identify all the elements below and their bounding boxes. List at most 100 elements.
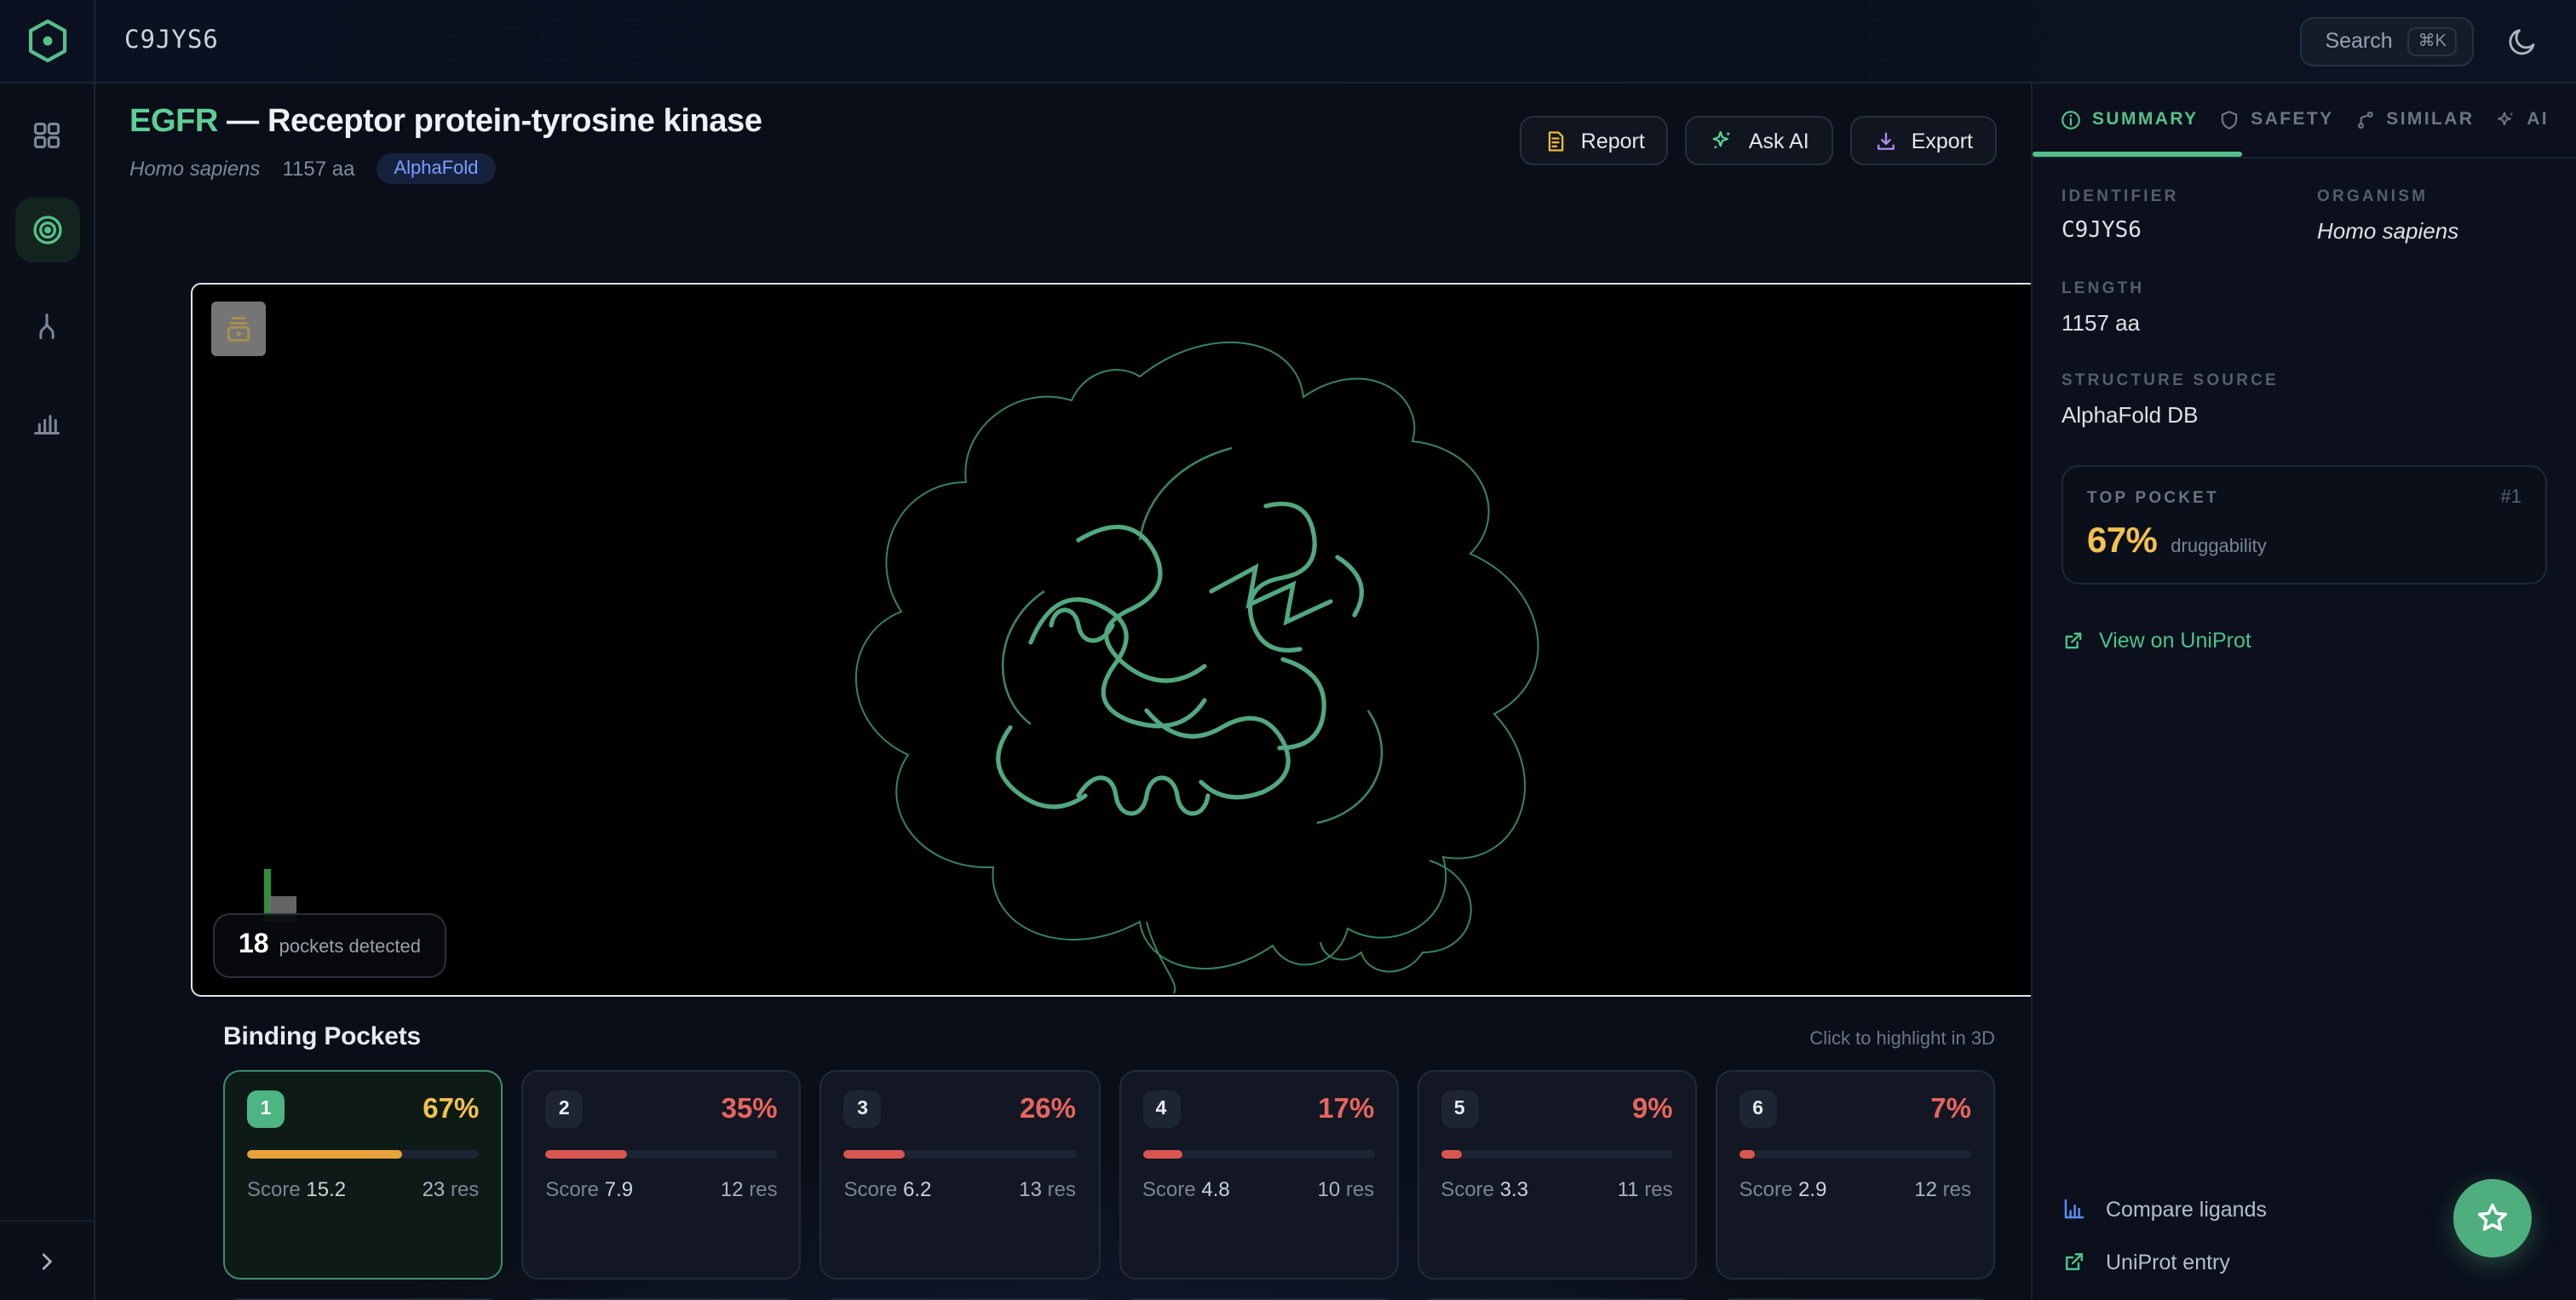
pocket-progress-track [545, 1150, 777, 1159]
pocket-residues: 12 res [721, 1177, 778, 1201]
moon-icon [2505, 25, 2538, 57]
search-button-label: Search [2325, 29, 2392, 53]
ai-sparkle-icon [2494, 108, 2516, 130]
export-button-label: Export [1912, 129, 1973, 152]
hexagon-logo-icon [26, 19, 67, 63]
pocket-residues: 10 res [1318, 1177, 1375, 1201]
report-button[interactable]: Report [1520, 116, 1669, 165]
binding-pockets-title: Binding Pockets [223, 1022, 421, 1051]
ask-ai-button[interactable]: Ask AI [1686, 116, 1833, 165]
pocket-card-5[interactable]: 5 9% Score 3.3 11 res [1417, 1070, 1696, 1280]
pocket-id-badge: 3 [844, 1090, 882, 1128]
sidebar-expand-button[interactable] [0, 1220, 94, 1300]
pocket-meta: Score 2.9 12 res [1739, 1177, 1971, 1201]
pocket-progress-fill [1739, 1150, 1756, 1159]
uniprot-entry-link[interactable]: UniProt entry [2061, 1249, 2267, 1274]
sidebar-item-targets[interactable] [14, 198, 79, 262]
page-title: EGFR — Receptor protein-tyrosine kinase [129, 104, 762, 141]
sidebar-item-dashboard[interactable] [14, 102, 79, 167]
pocket-score: Score 3.3 [1440, 1177, 1528, 1201]
report-file-icon [1544, 129, 1567, 152]
view-on-uniprot-label: View on UniProt [2099, 629, 2251, 653]
app-logo[interactable] [0, 0, 95, 82]
top-pocket-rank: #1 [2501, 487, 2522, 508]
field-organism: ORGANISM Homo sapiens [2317, 187, 2547, 244]
field-structure-source: STRUCTURE SOURCE AlphaFold DB [2061, 371, 2547, 428]
pocket-card-1[interactable]: 1 67% Score 15.2 23 res [223, 1070, 503, 1280]
length-value: 1157 aa [2061, 310, 2547, 336]
panel-tabs: SUMMARY SAFETY SIMILAR AI [2033, 82, 2576, 158]
pocket-meta: Score 4.8 10 res [1142, 1177, 1374, 1201]
sidebar-item-analytics[interactable] [14, 388, 79, 453]
pocket-card-4[interactable]: 4 17% Score 4.8 10 res [1118, 1070, 1398, 1280]
pocket-card-6[interactable]: 6 7% Score 2.9 12 res [1716, 1070, 1995, 1280]
pocket-card-top: 5 9% [1440, 1090, 1672, 1128]
protein-ribbon-render [193, 285, 2033, 995]
structure-source-label: STRUCTURE SOURCE [2061, 371, 2547, 390]
alphafold-badge: AlphaFold [377, 153, 495, 184]
protein-fields: IDENTIFIER C9JYS6 ORGANISM Homo sapiens … [2061, 187, 2547, 428]
tab-summary[interactable]: SUMMARY [2060, 82, 2199, 157]
pocket-residues: 23 res [423, 1177, 480, 1201]
ask-ai-button-label: Ask AI [1749, 129, 1809, 152]
pocket-score: Score 2.9 [1739, 1177, 1827, 1201]
viewer-animation-button[interactable] [211, 302, 266, 356]
pocket-residues: 13 res [1019, 1177, 1076, 1201]
sidebar [0, 82, 95, 1300]
gene-symbol: EGFR [129, 104, 218, 140]
pocket-progress-fill [545, 1150, 626, 1159]
binding-pockets-section: Binding Pockets Click to highlight in 3D… [223, 1022, 1995, 1300]
pocket-progress-fill [1142, 1150, 1182, 1159]
download-icon [1874, 129, 1898, 152]
panel-footer: Compare ligands UniProt entry [2033, 1196, 2296, 1274]
tab-summary-label: SUMMARY [2092, 109, 2199, 129]
summary-tab-content: IDENTIFIER C9JYS6 ORGANISM Homo sapiens … [2033, 158, 2576, 682]
theme-toggle-button[interactable] [2496, 15, 2547, 66]
tab-safety[interactable]: SAFETY [2218, 82, 2333, 157]
pocket-meta: Score 3.3 11 res [1440, 1177, 1672, 1201]
binding-pockets-hint: Click to highlight in 3D [1809, 1029, 1995, 1050]
pocket-card-2[interactable]: 2 35% Score 7.9 12 res [521, 1070, 801, 1280]
pocket-score: Score 6.2 [844, 1177, 932, 1201]
protein-name: Receptor protein-tyrosine kinase [267, 104, 762, 140]
sparkles-icon [1710, 128, 1735, 153]
sidebar-item-pathways[interactable] [14, 293, 79, 358]
search-button[interactable]: Search ⌘K [2299, 16, 2474, 66]
compare-ligands-link[interactable]: Compare ligands [2061, 1196, 2267, 1222]
report-button-label: Report [1581, 129, 1645, 152]
pocket-id-badge: 5 [1440, 1090, 1478, 1128]
molecule-3d-viewer[interactable]: 18 pockets detected [191, 283, 2033, 997]
export-button[interactable]: Export [1850, 116, 1997, 165]
pocket-score: Score 4.8 [1142, 1177, 1230, 1201]
tab-safety-label: SAFETY [2251, 109, 2333, 129]
protein-meta: Homo sapiens 1157 aa AlphaFold [129, 153, 762, 184]
top-pocket-value-row: 67% druggability [2087, 521, 2521, 562]
pocket-progress-track [247, 1150, 479, 1159]
pocket-druggability-pct: 7% [1930, 1093, 1971, 1125]
main-content: EGFR — Receptor protein-tyrosine kinase … [94, 82, 2033, 1300]
tab-ai[interactable]: AI [2494, 82, 2549, 157]
view-on-uniprot-link[interactable]: View on UniProt [2061, 629, 2547, 653]
pocket-progress-track [844, 1150, 1076, 1159]
title-dash: — [227, 104, 259, 140]
length-label: LENGTH [2061, 279, 2547, 298]
external-link-icon [2061, 629, 2085, 653]
favorite-fab-button[interactable] [2453, 1179, 2532, 1257]
pocket-card-top: 6 7% [1739, 1090, 1971, 1128]
top-pocket-value: 67% [2087, 521, 2157, 562]
structure-source-value: AlphaFold DB [2061, 402, 2547, 428]
pocket-meta: Score 15.2 23 res [247, 1177, 479, 1201]
details-panel: SUMMARY SAFETY SIMILAR AI [2031, 82, 2576, 1300]
chevron-right-icon [34, 1248, 60, 1274]
pocket-druggability-pct: 35% [722, 1093, 778, 1125]
tab-similar[interactable]: SIMILAR [2354, 82, 2474, 157]
pocket-progress-track [1142, 1150, 1374, 1159]
top-pocket-caption: druggability [2171, 537, 2267, 557]
target-icon [30, 213, 64, 247]
pocket-card-3[interactable]: 3 26% Score 6.2 13 res [820, 1070, 1100, 1280]
pocket-meta: Score 6.2 13 res [844, 1177, 1076, 1201]
pocket-score: Score 15.2 [247, 1177, 346, 1201]
grid-icon [31, 118, 63, 151]
pockets-detected-count: 18 [239, 930, 269, 961]
git-branch-icon [2354, 108, 2376, 130]
